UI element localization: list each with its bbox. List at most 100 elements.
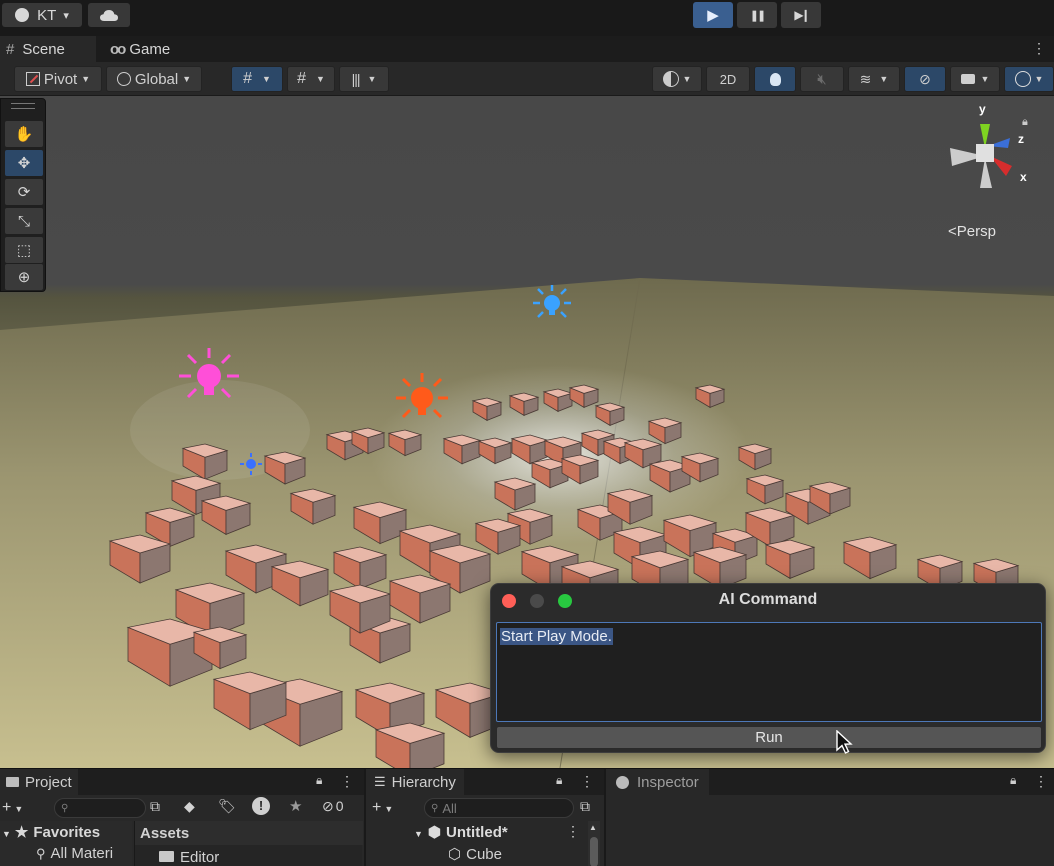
hierarchy-search-placeholder: All	[442, 800, 457, 816]
audio-toggle[interactable]: 🔇︎	[800, 66, 844, 92]
global-dropdown[interactable]: Global ▼	[106, 66, 202, 92]
tab-scene[interactable]: # Scene	[0, 36, 96, 62]
grid-snap-button[interactable]: # ▼	[231, 66, 283, 92]
tab-game[interactable]: oo Game	[104, 36, 194, 62]
create-object-button[interactable]: + ▼	[372, 799, 393, 817]
cube-hierarchy-item[interactable]: ⬡ Cube	[448, 845, 502, 863]
increment-snap-button[interactable]: # ▼	[287, 66, 335, 92]
scene-toolbar: Pivot ▼ Global ▼ # ▼ # ▼ ||| ▼ ▼ 2D 🔇︎ ≋…	[0, 62, 1054, 96]
search-icon: ⚲	[61, 802, 69, 814]
mouse-cursor-icon	[836, 730, 853, 754]
drag-handle-icon[interactable]	[11, 103, 35, 109]
warning-icon[interactable]: !	[252, 797, 270, 815]
chevron-down-icon: ▼	[367, 74, 377, 84]
bottom-panels: Project 🔒︎ ⋮ + ▼ ⚲ ⧉ ◆ 🏷︎ ! ★ ⊘ 0 ▼ ★ Favori…	[0, 768, 1054, 866]
folder-icon	[6, 777, 19, 787]
axis-x-label: x	[1020, 170, 1027, 184]
run-button-label: Run	[755, 729, 783, 746]
search-by-type-icon[interactable]: ⧉	[580, 798, 590, 815]
project-search-input[interactable]: ⚲	[54, 798, 146, 818]
play-button[interactable]: ▶	[693, 2, 733, 28]
lock-icon[interactable]: 🔒︎	[1022, 116, 1028, 129]
command-input[interactable]: Start Play Mode.	[496, 622, 1042, 722]
assets-breadcrumb[interactable]: Assets	[135, 821, 363, 845]
camera-dropdown[interactable]: ▼	[950, 66, 1000, 92]
axis-z-label: z	[1018, 132, 1024, 146]
tab-project[interactable]: Project	[0, 769, 78, 795]
toggle-2d-label: 2D	[719, 71, 737, 87]
rect-tool-button[interactable]: ⬚	[5, 237, 43, 263]
lock-icon[interactable]: 🔒︎	[1010, 773, 1016, 788]
chevron-down-icon: ▾	[63, 9, 69, 22]
more-options-icon[interactable]: ⋮	[580, 773, 594, 790]
toggle-2d-button[interactable]: 2D	[706, 66, 750, 92]
search-icon: ⚲	[36, 846, 46, 861]
effects-dropdown[interactable]: ≋ ▼	[848, 66, 900, 92]
tab-inspector[interactable]: Inspector	[606, 769, 709, 795]
assets-view: Assets Editor	[134, 821, 363, 866]
unity-scene-icon: ⬢	[427, 824, 442, 841]
favorites-section: ▼ ★ Favorites ⚲ All Materi	[0, 821, 132, 866]
hierarchy-tree: ▼ ⬢ Untitled* ⋮ ⬡ Cube ▲	[366, 821, 604, 866]
list-icon: ☰	[374, 774, 386, 789]
lock-icon[interactable]: 🔒︎	[316, 773, 322, 788]
gizmos-dropdown[interactable]: ▼	[1004, 66, 1054, 92]
more-options-icon[interactable]: ⋮	[340, 773, 354, 790]
chevron-down-icon: ▼	[81, 74, 91, 84]
rotate-tool-button[interactable]: ⟳	[5, 179, 43, 205]
project-panel-header: Project 🔒︎ ⋮	[0, 769, 364, 795]
projection-label: Persp	[956, 223, 996, 240]
hierarchy-panel-header: ☰ Hierarchy 🔒︎ ⋮	[366, 769, 604, 795]
hand-icon: ✋	[14, 126, 34, 143]
chevron-up-icon: ▲	[589, 823, 597, 832]
visibility-toggle[interactable]: ⊘	[904, 66, 946, 92]
hidden-count: 0	[335, 798, 344, 814]
search-by-type-icon[interactable]: ⧉	[150, 798, 160, 815]
move-tool-button[interactable]: ✥	[5, 150, 43, 176]
pivot-dropdown[interactable]: Pivot ▼	[14, 66, 102, 92]
pivot-icon	[25, 72, 40, 86]
pause-button[interactable]: ❚❚	[737, 2, 777, 28]
eye-slash-icon: ⊘	[322, 798, 334, 814]
more-options-icon[interactable]: ⋮	[1032, 40, 1046, 57]
hierarchy-search-input[interactable]: ⚲ All	[424, 798, 574, 818]
all-materials-item[interactable]: ⚲ All Materi	[36, 845, 113, 862]
scene-root-item[interactable]: ▼ ⬢ Untitled*	[414, 823, 508, 841]
ruler-button[interactable]: ||| ▼	[339, 66, 389, 92]
label-icon[interactable]: 🏷︎	[218, 798, 236, 815]
transform-icon: ⊕	[17, 269, 31, 286]
run-button[interactable]: Run	[496, 726, 1042, 749]
star-icon[interactable]: ★	[289, 797, 302, 815]
step-button[interactable]: ▶❙	[781, 2, 821, 28]
account-label: KT	[37, 6, 57, 24]
lock-icon[interactable]: 🔒︎	[556, 773, 562, 788]
account-dropdown[interactable]: KT ▾	[2, 3, 82, 27]
chevron-down-icon: ▼	[1034, 74, 1044, 84]
draw-mode-dropdown[interactable]: ▼	[652, 66, 702, 92]
eye-slash-icon: ⊘	[919, 70, 931, 87]
add-asset-button[interactable]: + ▼	[2, 799, 23, 817]
tab-hierarchy[interactable]: ☰ Hierarchy	[366, 769, 464, 795]
view-tabs: # Scene oo Game ⋮	[0, 36, 1054, 62]
hidden-packages-toggle[interactable]: ⊘ 0	[322, 798, 344, 815]
move-icon: ✥	[17, 155, 31, 172]
global-label: Global	[134, 70, 179, 88]
axis-y-label: y	[979, 102, 986, 116]
lighting-toggle[interactable]	[754, 66, 796, 92]
transform-tool-button[interactable]: ⊕	[5, 264, 43, 290]
favorites-item[interactable]: ▼ ★ Favorites	[2, 823, 100, 841]
chevron-down-icon: ▼	[182, 74, 192, 84]
projection-toggle[interactable]: <Persp	[948, 223, 996, 240]
editor-folder-item[interactable]: Editor	[159, 849, 219, 866]
scale-tool-button[interactable]: ⤡	[5, 208, 43, 234]
tool-palette: ✋ ✥ ⟳ ⤡ ⬚ ⊕	[0, 98, 46, 292]
more-options-icon[interactable]: ⋮	[566, 823, 580, 840]
hand-tool-button[interactable]: ✋	[5, 121, 43, 147]
more-options-icon[interactable]: ⋮	[1034, 773, 1048, 790]
hierarchy-scrollbar[interactable]: ▲	[588, 821, 600, 866]
cloud-button[interactable]	[88, 3, 130, 27]
cube-icon: ⬡	[448, 846, 462, 863]
filter-type-icon[interactable]: ◆	[184, 798, 195, 815]
tab-scene-label: Scene	[22, 40, 65, 58]
scale-icon: ⤡	[17, 212, 30, 230]
